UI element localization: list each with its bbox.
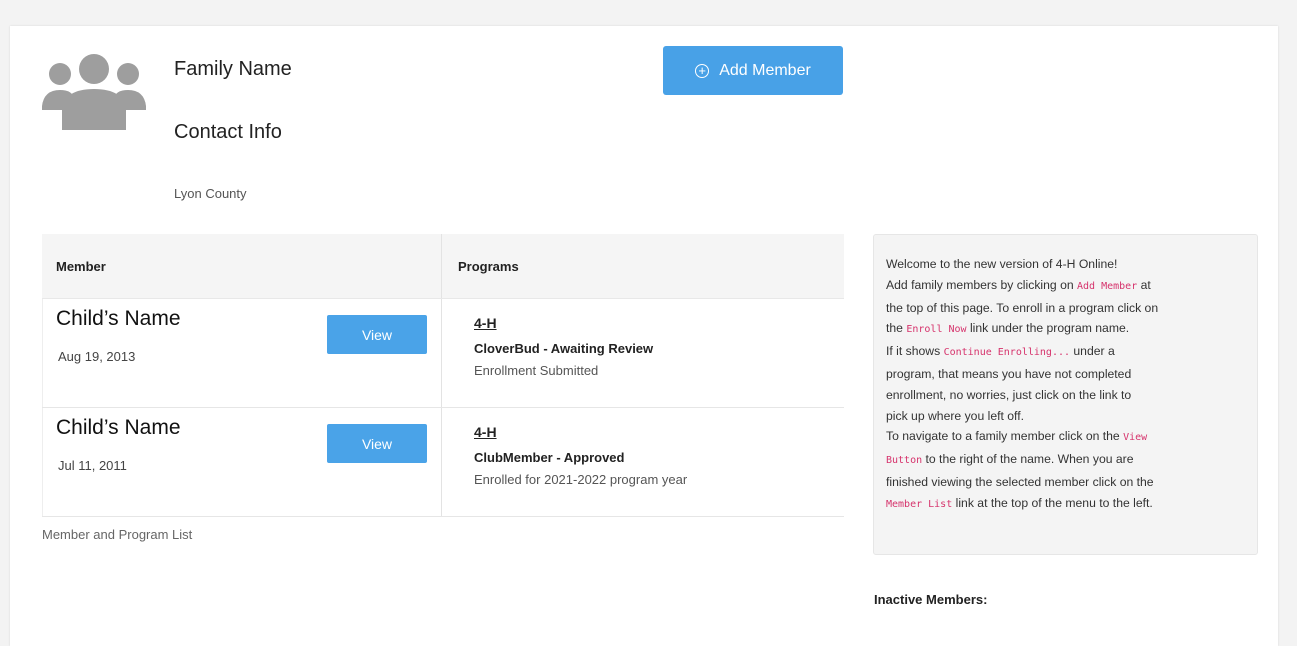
- child-name: Child’s Name: [56, 416, 181, 439]
- member-cell: Child’s Name Jul 11, 2011 View: [42, 408, 442, 516]
- info-line: To navigate to a family member click on …: [886, 429, 1148, 444]
- info-line: Add family members by clicking on Add Me…: [886, 277, 1151, 292]
- program-status: CloverBud - Awaiting Review: [474, 341, 654, 356]
- view-button[interactable]: View: [327, 315, 427, 354]
- info-line: Member List link at the top of the menu …: [886, 495, 1153, 510]
- table-header: Member Programs: [42, 234, 844, 299]
- member-program-table: Member Programs Child’s Name Aug 19, 201…: [42, 234, 844, 517]
- child-name: Child’s Name: [56, 307, 181, 330]
- program-cell: 4-H ClubMember - Approved Enrolled for 2…: [442, 408, 844, 516]
- member-list-code: Member List: [886, 498, 953, 510]
- program-detail: Enrolled for 2021-2022 program year: [474, 472, 688, 487]
- info-line: finished viewing the selected member cli…: [886, 474, 1154, 489]
- family-group-icon: [42, 54, 146, 130]
- child-dob: Jul 11, 2011: [58, 458, 127, 473]
- info-line: enrollment, no worries, just click on th…: [886, 387, 1132, 402]
- info-line: Button to the right of the name. When yo…: [886, 452, 1134, 467]
- info-line: pick up where you left off.: [886, 408, 1024, 423]
- program-link[interactable]: 4-H: [474, 424, 497, 440]
- plus-circle-icon: +: [695, 63, 710, 78]
- view-button[interactable]: View: [327, 424, 427, 463]
- welcome-info-box: Welcome to the new version of 4-H Online…: [873, 234, 1258, 555]
- inactive-members-heading: Inactive Members:: [874, 592, 988, 607]
- table-row: Child’s Name Aug 19, 2013 View 4-H Clove…: [42, 299, 844, 408]
- info-line: the top of this page. To enroll in a pro…: [886, 300, 1159, 315]
- info-line: Welcome to the new version of 4-H Online…: [886, 257, 1118, 271]
- member-cell: Child’s Name Aug 19, 2013 View: [42, 299, 442, 407]
- add-member-label: Add Member: [719, 61, 811, 79]
- table-caption: Member and Program List: [42, 527, 193, 542]
- continue-enrolling-code: Continue Enrolling...: [943, 347, 1071, 359]
- column-header-member: Member: [42, 234, 442, 298]
- enroll-now-code: Enroll Now: [906, 324, 967, 336]
- family-name: Family Name: [174, 58, 292, 80]
- program-cell: 4-H CloverBud - Awaiting Review Enrollme…: [442, 299, 844, 407]
- add-member-code: Add Member: [1077, 280, 1138, 292]
- table-row: Child’s Name Jul 11, 2011 View 4-H ClubM…: [42, 408, 844, 517]
- column-header-programs: Programs: [458, 258, 519, 274]
- program-detail: Enrollment Submitted: [474, 363, 599, 378]
- info-line: the Enroll Now link under the program na…: [886, 321, 1130, 336]
- add-member-button[interactable]: + Add Member: [663, 46, 843, 95]
- view-code: View: [1123, 432, 1148, 444]
- program-link[interactable]: 4-H: [474, 315, 497, 331]
- program-status: ClubMember - Approved: [474, 450, 625, 465]
- contact-info: Contact Info: [174, 121, 282, 143]
- child-dob: Aug 19, 2013: [58, 349, 136, 364]
- county-label: Lyon County: [174, 186, 247, 201]
- button-code: Button: [886, 455, 923, 467]
- info-line: If it shows Continue Enrolling... under …: [886, 344, 1115, 359]
- info-line: program, that means you have not complet…: [886, 366, 1132, 381]
